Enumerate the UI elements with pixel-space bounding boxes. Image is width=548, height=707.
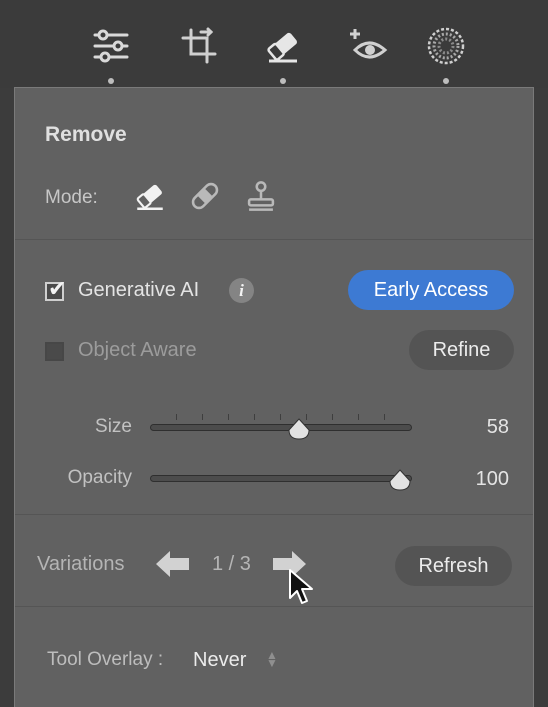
section-divider bbox=[15, 514, 533, 515]
updown-chevron-icon[interactable]: ▲ ▼ bbox=[266, 649, 278, 669]
opacity-value[interactable]: 100 bbox=[445, 468, 509, 491]
variations-label: Variations bbox=[37, 553, 125, 575]
generative-ai-label: Generative AI bbox=[78, 279, 200, 301]
refine-button[interactable]: Refine bbox=[409, 330, 514, 370]
variation-counter: 1 / 3 bbox=[212, 553, 251, 575]
early-access-badge[interactable]: Early Access bbox=[348, 270, 514, 310]
tool-indicator-dot bbox=[108, 78, 114, 84]
panel-title: Remove bbox=[45, 123, 127, 146]
red-eye-icon[interactable] bbox=[345, 22, 393, 70]
tool-overlay-select[interactable]: Never bbox=[193, 649, 246, 672]
sliders-icon[interactable] bbox=[87, 22, 135, 70]
remove-panel: Remove Mode: ✔ Generative AI i Early Acc… bbox=[14, 87, 534, 707]
section-divider bbox=[15, 239, 533, 240]
tool-indicator-dot bbox=[443, 78, 449, 84]
mouse-cursor-icon bbox=[289, 569, 313, 604]
tool-overlay-label: Tool Overlay : bbox=[47, 649, 164, 670]
opacity-label: Opacity bbox=[67, 467, 132, 488]
tool-indicator-dot bbox=[280, 78, 286, 84]
previous-variation-arrow-icon[interactable] bbox=[153, 546, 193, 582]
size-label: Size bbox=[95, 416, 132, 437]
refresh-button[interactable]: Refresh bbox=[395, 546, 512, 586]
info-icon[interactable]: i bbox=[229, 278, 254, 303]
checkmark-icon: ✔ bbox=[48, 276, 67, 301]
eraser-icon[interactable] bbox=[132, 178, 168, 214]
tool-strip bbox=[0, 0, 548, 88]
bandage-icon[interactable] bbox=[187, 178, 223, 214]
eraser-icon[interactable] bbox=[259, 22, 307, 70]
clone-stamp-icon[interactable] bbox=[243, 178, 279, 214]
size-slider-track[interactable] bbox=[150, 424, 412, 431]
section-divider bbox=[15, 606, 533, 607]
object-aware-label: Object Aware bbox=[78, 339, 197, 361]
opacity-slider-track[interactable] bbox=[150, 475, 412, 482]
opacity-slider-thumb[interactable] bbox=[388, 469, 412, 491]
object-aware-checkbox[interactable] bbox=[45, 342, 64, 361]
size-ticks bbox=[150, 414, 412, 422]
crop-icon[interactable] bbox=[175, 22, 223, 70]
size-slider-thumb[interactable] bbox=[287, 418, 311, 440]
generative-ai-checkbox[interactable]: ✔ bbox=[45, 278, 66, 301]
size-value[interactable]: 58 bbox=[445, 416, 509, 439]
masking-icon[interactable] bbox=[422, 22, 470, 70]
mode-label: Mode: bbox=[45, 187, 98, 208]
